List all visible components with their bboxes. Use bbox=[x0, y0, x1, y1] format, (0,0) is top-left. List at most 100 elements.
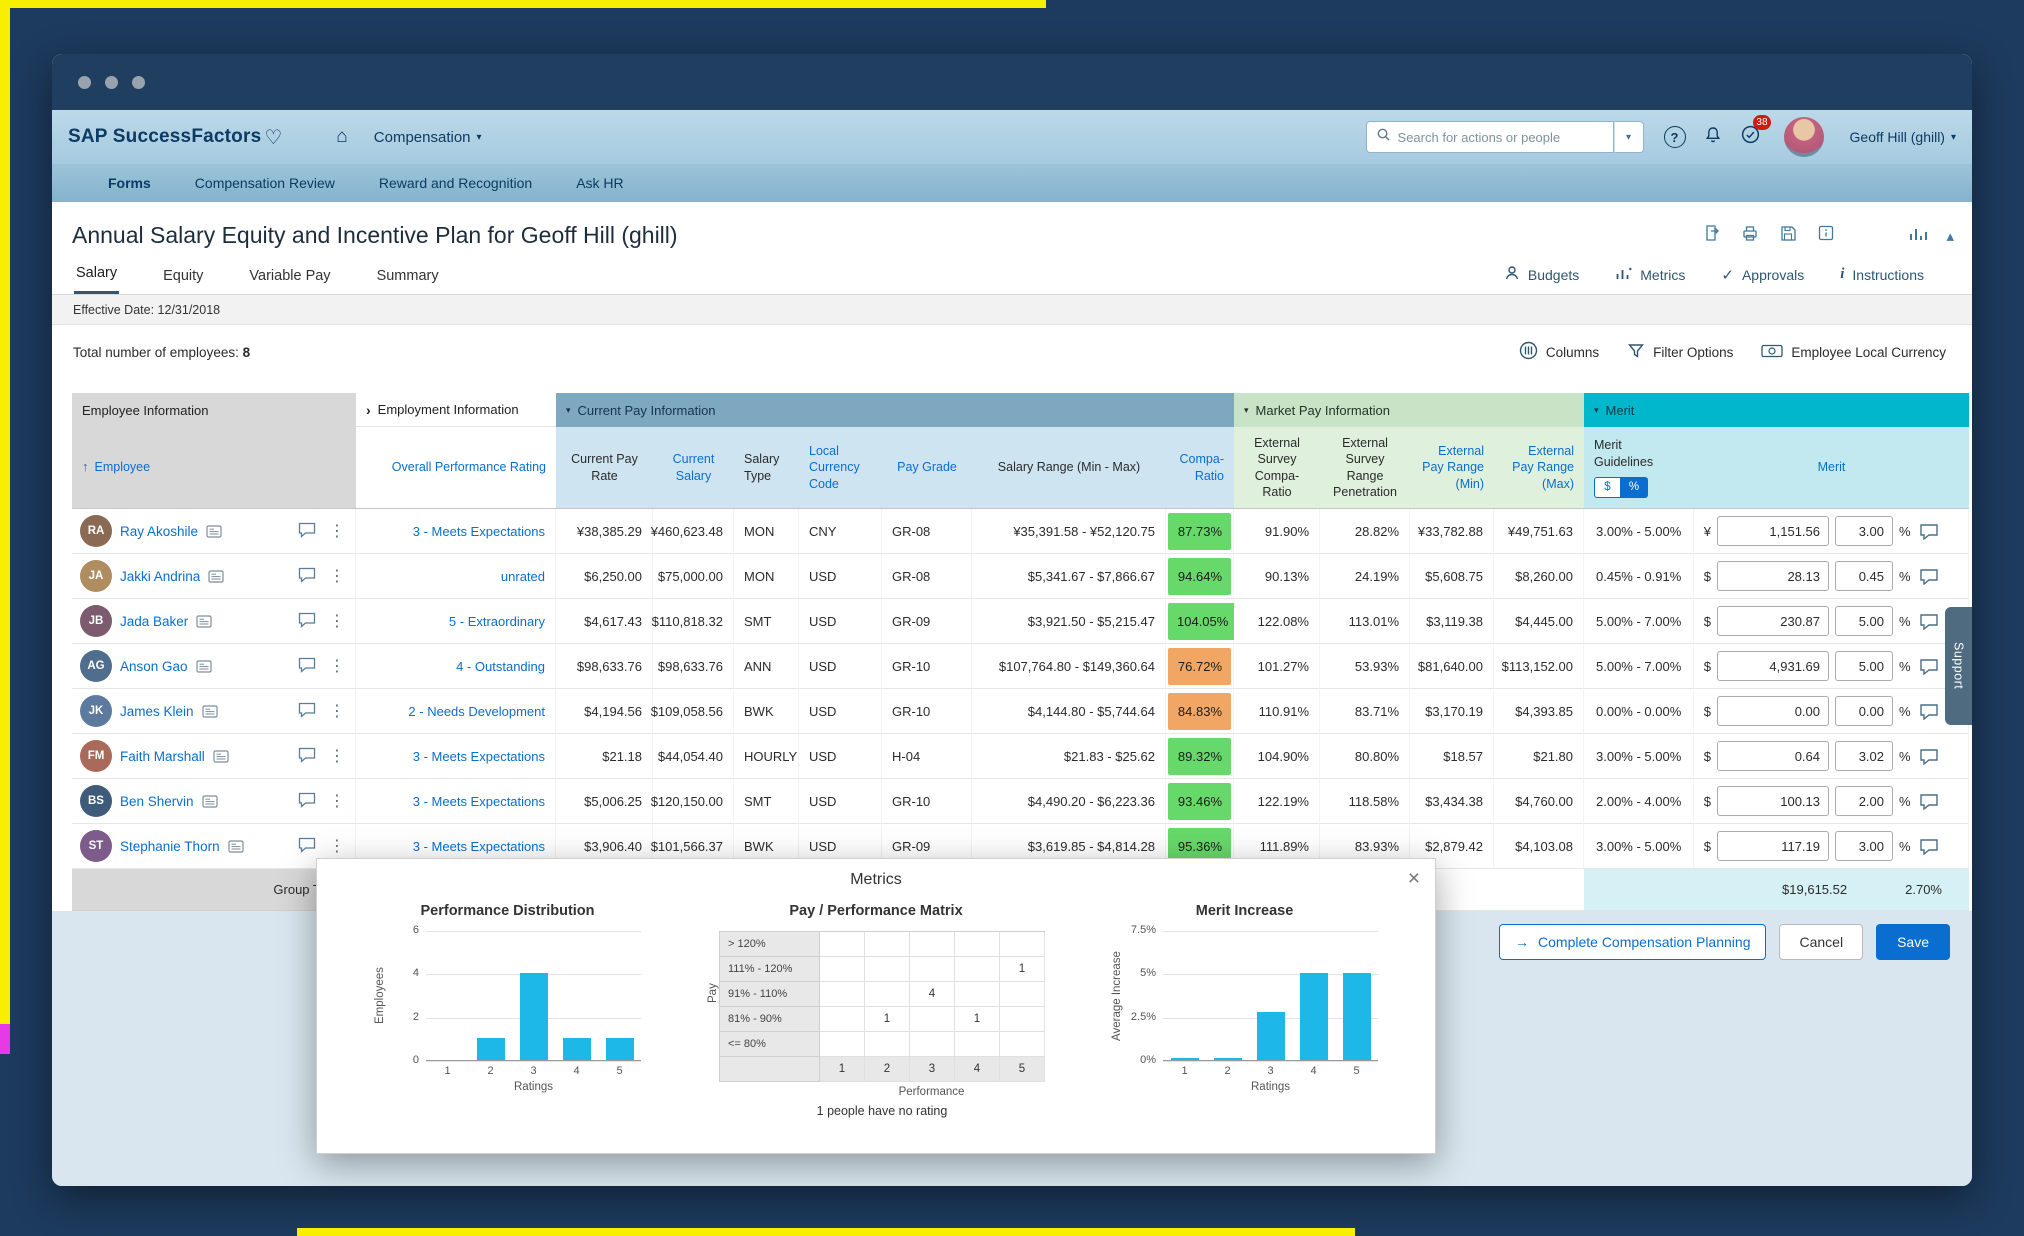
merit-percent-input[interactable] bbox=[1835, 786, 1893, 816]
nav-item-compensation-review[interactable]: Compensation Review bbox=[195, 175, 335, 191]
merit-percent-input[interactable] bbox=[1835, 561, 1893, 591]
row-menu-icon[interactable]: ⋮ bbox=[329, 791, 345, 811]
employee-card-icon[interactable] bbox=[202, 795, 218, 808]
comment-icon[interactable] bbox=[1919, 658, 1939, 675]
comment-icon[interactable] bbox=[1919, 523, 1939, 540]
performance-rating-link[interactable]: 3 - Meets Expectations bbox=[356, 509, 556, 554]
employee-local-currency-button[interactable]: Employee Local Currency bbox=[1761, 343, 1946, 362]
user-avatar[interactable] bbox=[1784, 117, 1824, 157]
info-icon[interactable] bbox=[1816, 223, 1836, 248]
group-employment-information[interactable]: › Employment Information bbox=[356, 393, 556, 427]
performance-rating-link[interactable]: 3 - Meets Expectations bbox=[356, 779, 556, 824]
budgets-button[interactable]: Budgets bbox=[1504, 265, 1579, 284]
row-menu-icon[interactable]: ⋮ bbox=[329, 611, 345, 631]
group-current-pay-information[interactable]: ▾ Current Pay Information bbox=[556, 393, 1234, 427]
merit-amount-input[interactable] bbox=[1717, 696, 1829, 726]
nav-item-forms[interactable]: Forms bbox=[108, 175, 151, 191]
merit-amount-input[interactable] bbox=[1717, 741, 1829, 771]
comment-icon[interactable] bbox=[1919, 793, 1939, 810]
merit-amount-input[interactable] bbox=[1717, 561, 1829, 591]
chat-icon[interactable] bbox=[298, 612, 316, 631]
employee-card-icon[interactable] bbox=[206, 525, 222, 538]
todo-check-icon[interactable]: 38 bbox=[1740, 124, 1761, 150]
chat-icon[interactable] bbox=[298, 567, 316, 586]
metrics-button[interactable]: Metrics bbox=[1615, 266, 1685, 284]
row-menu-icon[interactable]: ⋮ bbox=[329, 566, 345, 586]
merit-percent-input[interactable] bbox=[1835, 606, 1893, 636]
columns-button[interactable]: Columns bbox=[1519, 341, 1599, 363]
performance-rating-link[interactable]: 2 - Needs Development bbox=[356, 689, 556, 734]
merit-amount-input[interactable] bbox=[1717, 786, 1829, 816]
row-menu-icon[interactable]: ⋮ bbox=[329, 746, 345, 766]
nav-item-ask-hr[interactable]: Ask HR bbox=[576, 175, 623, 191]
save-button[interactable]: Save bbox=[1876, 924, 1950, 960]
employee-name-link[interactable]: Stephanie Thorn bbox=[120, 839, 220, 854]
employee-card-icon[interactable] bbox=[208, 570, 224, 583]
group-market-pay-information[interactable]: ▾ Market Pay Information bbox=[1234, 393, 1584, 427]
employee-name-link[interactable]: Anson Gao bbox=[120, 659, 188, 674]
merit-amount-input[interactable] bbox=[1717, 831, 1829, 861]
chat-icon[interactable] bbox=[298, 657, 316, 676]
comment-icon[interactable] bbox=[1919, 613, 1939, 630]
merit-percent-input[interactable] bbox=[1835, 696, 1893, 726]
performance-rating-link[interactable]: 4 - Outstanding bbox=[356, 644, 556, 689]
print-icon[interactable] bbox=[1740, 223, 1760, 248]
filter-options-button[interactable]: Filter Options bbox=[1627, 342, 1733, 363]
comment-icon[interactable] bbox=[1919, 838, 1939, 855]
group-merit[interactable]: ▾ Merit bbox=[1584, 393, 1969, 427]
export-icon[interactable] bbox=[1702, 223, 1722, 248]
search-input[interactable] bbox=[1398, 130, 1604, 145]
merit-percent-input[interactable] bbox=[1835, 651, 1893, 681]
window-control-dot[interactable] bbox=[132, 76, 145, 89]
cancel-button[interactable]: Cancel bbox=[1779, 924, 1863, 960]
tab-summary[interactable]: Summary bbox=[375, 262, 441, 294]
user-menu[interactable]: Geoff Hill (ghill) ▾ bbox=[1850, 129, 1956, 145]
collapse-chevron-icon[interactable]: ▴ bbox=[1946, 227, 1954, 245]
brand-logo[interactable]: SAP SuccessFactors bbox=[68, 126, 261, 148]
merit-amount-input[interactable] bbox=[1717, 651, 1829, 681]
currency-toggle-button[interactable]: $ bbox=[1594, 477, 1621, 498]
employee-card-icon[interactable] bbox=[213, 750, 229, 763]
percent-toggle-button[interactable]: % bbox=[1621, 477, 1648, 498]
column-header-overall-performance-rating[interactable]: Overall Performance Rating bbox=[356, 427, 556, 509]
merit-amount-input[interactable] bbox=[1717, 516, 1829, 546]
close-icon[interactable]: × bbox=[1408, 867, 1420, 891]
performance-rating-link[interactable]: unrated bbox=[356, 554, 556, 599]
approvals-button[interactable]: ✓ Approvals bbox=[1721, 266, 1804, 284]
support-tab[interactable]: Support bbox=[1945, 607, 1972, 725]
save-icon[interactable] bbox=[1778, 223, 1798, 248]
search-dropdown-button[interactable]: ▾ bbox=[1614, 121, 1644, 153]
notifications-bell-icon[interactable] bbox=[1703, 125, 1723, 150]
performance-rating-link[interactable]: 3 - Meets Expectations bbox=[356, 734, 556, 779]
employee-name-link[interactable]: Ben Shervin bbox=[120, 794, 194, 809]
comment-icon[interactable] bbox=[1919, 748, 1939, 765]
row-menu-icon[interactable]: ⋮ bbox=[329, 656, 345, 676]
merit-percent-input[interactable] bbox=[1835, 516, 1893, 546]
row-menu-icon[interactable]: ⋮ bbox=[329, 836, 345, 856]
complete-compensation-planning-button[interactable]: → Complete Compensation Planning bbox=[1499, 924, 1766, 960]
comment-icon[interactable] bbox=[1919, 703, 1939, 720]
home-icon[interactable]: ⌂ bbox=[336, 126, 347, 148]
column-header-merit[interactable]: Merit bbox=[1694, 427, 1969, 509]
tab-salary[interactable]: Salary bbox=[74, 259, 119, 294]
column-header-compa-ratio[interactable]: Compa-Ratio bbox=[1166, 427, 1234, 509]
tab-equity[interactable]: Equity bbox=[161, 262, 205, 294]
employee-card-icon[interactable] bbox=[196, 615, 212, 628]
employee-name-link[interactable]: Jada Baker bbox=[120, 614, 188, 629]
performance-rating-link[interactable]: 5 - Extraordinary bbox=[356, 599, 556, 644]
chart-icon[interactable] bbox=[1908, 224, 1928, 247]
employee-name-link[interactable]: Jakki Andrina bbox=[120, 569, 200, 584]
window-control-dot[interactable] bbox=[105, 76, 118, 89]
chat-icon[interactable] bbox=[298, 522, 316, 541]
chat-icon[interactable] bbox=[298, 837, 316, 856]
merit-amount-input[interactable] bbox=[1717, 606, 1829, 636]
window-control-dot[interactable] bbox=[78, 76, 91, 89]
column-header-current-salary[interactable]: Current Salary bbox=[653, 427, 734, 509]
employee-card-icon[interactable] bbox=[196, 660, 212, 673]
module-menu[interactable]: Compensation ▾ bbox=[374, 129, 482, 146]
comment-icon[interactable] bbox=[1919, 568, 1939, 585]
employee-card-icon[interactable] bbox=[202, 705, 218, 718]
column-header-external-pay-range-min[interactable]: External Pay Range (Min) bbox=[1410, 427, 1494, 509]
column-header-external-pay-range-max[interactable]: External Pay Range (Max) bbox=[1494, 427, 1584, 509]
column-header-employee[interactable]: ↑ Employee bbox=[72, 427, 356, 509]
